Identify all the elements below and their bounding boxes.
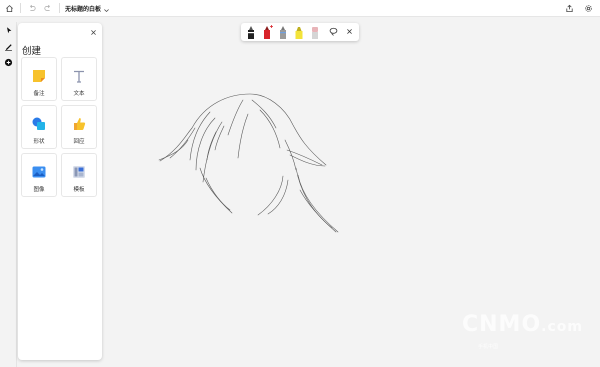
thumbs-up-icon [70, 115, 88, 133]
left-tool-rail [0, 22, 17, 367]
sticky-note-icon [30, 67, 48, 85]
top-bar: 无标题的白板 [0, 0, 600, 17]
tile-label: 文本 [73, 91, 85, 97]
tile-text[interactable]: 文本 [61, 57, 97, 101]
home-icon[interactable] [1, 0, 17, 16]
create-panel: 创建 备注 文本 形状 回应 图像 模板 [18, 23, 102, 360]
tile-template[interactable]: 模板 [61, 153, 97, 197]
gray-pen-icon[interactable] [277, 25, 289, 40]
shape-icon [30, 115, 48, 133]
close-icon[interactable] [344, 26, 355, 37]
tile-label: 备注 [33, 91, 45, 97]
watermark-sub: 手机中国 [478, 344, 499, 350]
select-pointer-icon[interactable] [0, 22, 17, 38]
watermark-text: CNMO [462, 312, 542, 337]
tile-label: 图像 [33, 187, 45, 193]
add-icon[interactable] [0, 54, 17, 70]
tile-shape[interactable]: 形状 [21, 105, 57, 149]
page-title[interactable]: 无标题的白板 [65, 4, 101, 13]
lasso-icon[interactable] [328, 26, 339, 37]
black-pen-icon[interactable] [245, 25, 257, 40]
undo-icon[interactable] [24, 0, 40, 16]
gear-icon[interactable] [580, 1, 596, 17]
watermark: CNMO.com [462, 312, 583, 337]
text-icon [70, 67, 88, 85]
watermark-suffix: .com [541, 319, 583, 335]
tile-label: 回应 [73, 139, 85, 145]
divider [59, 3, 60, 13]
chevron-down-icon[interactable] [103, 0, 110, 18]
redo-icon[interactable] [40, 0, 56, 16]
pen-toolbar [241, 23, 359, 41]
highlighter-icon[interactable] [293, 25, 305, 40]
tile-label: 形状 [33, 139, 45, 145]
hair-sketch [158, 93, 339, 233]
red-pen-icon[interactable] [261, 25, 273, 40]
close-icon[interactable] [88, 27, 98, 37]
share-icon[interactable] [561, 1, 577, 17]
tile-image[interactable]: 图像 [21, 153, 57, 197]
template-icon [70, 163, 88, 181]
tile-label: 模板 [73, 187, 85, 193]
image-icon [30, 163, 48, 181]
divider [20, 3, 21, 13]
pen-tool-icon[interactable] [0, 38, 17, 54]
tile-reaction[interactable]: 回应 [61, 105, 97, 149]
tile-note[interactable]: 备注 [21, 57, 57, 101]
eraser-icon[interactable] [309, 25, 321, 40]
panel-title: 创建 [22, 46, 42, 57]
